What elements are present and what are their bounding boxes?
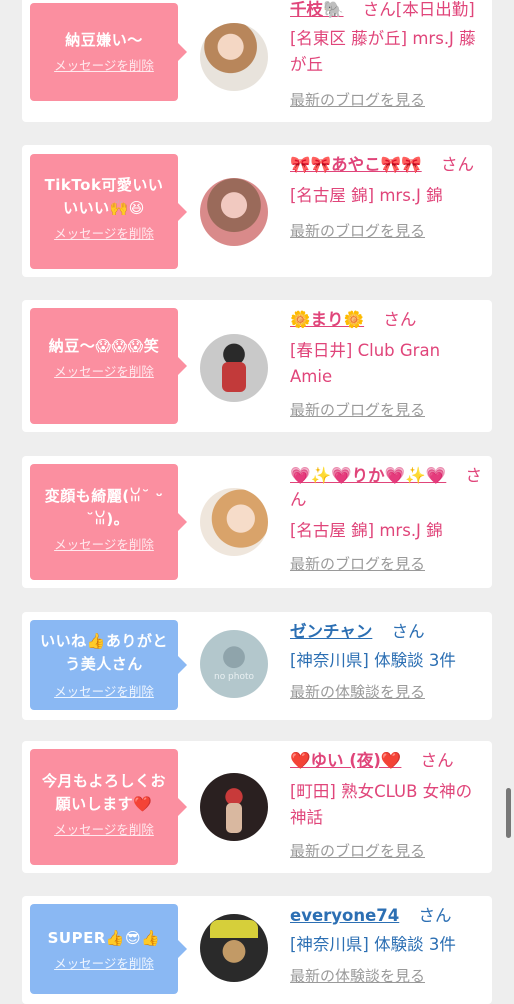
- delete-message-link[interactable]: メッセージを削除: [38, 364, 170, 380]
- location-text: [神奈川県] 体験談 3件: [290, 935, 456, 954]
- message-card: 納豆嫌い〜 メッセージを削除 千枝🐘 さん[本日出勤] [名東区 藤が丘] mr…: [22, 0, 492, 122]
- delete-message-link[interactable]: メッセージを削除: [38, 58, 170, 74]
- scrollbar[interactable]: [506, 788, 511, 838]
- delete-message-link[interactable]: メッセージを削除: [38, 226, 170, 242]
- profile-info: ゼンチャン さん [神奈川県] 体験談 3件 最新の体験談を見る: [290, 620, 486, 702]
- location-text: [神奈川県] 体験談 3件: [290, 651, 456, 670]
- avatar[interactable]: [200, 488, 268, 556]
- message-bubble: 変顔も綺麗(ꈍ˘ ᵕ ˘ꈍ)｡ メッセージを削除: [30, 464, 187, 580]
- message-text: 納豆嫌い〜: [65, 31, 143, 49]
- profile-name-link[interactable]: 💗✨💗りか💗✨💗: [290, 466, 446, 485]
- delete-message-link[interactable]: メッセージを削除: [38, 956, 170, 972]
- avatar[interactable]: [200, 23, 268, 91]
- message-text: いいね👍ありがとう美人さん: [40, 632, 168, 673]
- message-card: TikTok可愛いいいいい🙌😆 メッセージを削除 🎀🎀あやこ🎀🎀 さん [名古屋…: [22, 145, 492, 277]
- delete-message-link[interactable]: メッセージを削除: [38, 684, 170, 700]
- avatar[interactable]: [200, 334, 268, 402]
- avatar[interactable]: no photo: [200, 630, 268, 698]
- profile-name-link[interactable]: 🎀🎀あやこ🎀🎀: [290, 155, 422, 174]
- message-card: 納豆〜😱😱😱笑 メッセージを削除 🌼まり🌼 さん [春日井] Club Gran…: [22, 300, 492, 432]
- location-text: [名古屋 錦] mrs.J 錦: [290, 521, 443, 540]
- status-tag: [本日出勤]: [395, 0, 475, 19]
- profile-name-link[interactable]: ゼンチャン: [290, 622, 372, 641]
- message-text: 変顔も綺麗(ꈍ˘ ᵕ ˘ꈍ)｡: [44, 487, 164, 528]
- honorific: さん: [391, 622, 425, 641]
- message-bubble: いいね👍ありがとう美人さん メッセージを削除: [30, 620, 187, 710]
- message-card: 変顔も綺麗(ꈍ˘ ᵕ ˘ꈍ)｡ メッセージを削除 💗✨💗りか💗✨💗 さん [名古…: [22, 456, 492, 588]
- profile-name-link[interactable]: ❤️ゆい (夜)❤️: [290, 751, 401, 770]
- honorific: さん: [383, 310, 417, 329]
- message-text: SUPER👍😎👍: [47, 929, 161, 947]
- profile-info: ❤️ゆい (夜)❤️ さん [町田] 熟女CLUB 女神の神話 最新のブログを見…: [290, 749, 486, 861]
- latest-blog-link[interactable]: 最新のブログを見る: [290, 841, 486, 861]
- location-text: [町田] 熟女CLUB 女神の神話: [290, 782, 473, 827]
- message-bubble: 納豆嫌い〜 メッセージを削除: [30, 3, 187, 101]
- profile-name-link[interactable]: 🌼まり🌼: [290, 310, 364, 329]
- profile-info: 🌼まり🌼 さん [春日井] Club Gran Amie 最新のブログを見る: [290, 308, 486, 420]
- location-text: [春日井] Club Gran Amie: [290, 341, 441, 386]
- honorific: さん: [440, 155, 474, 174]
- message-bubble: SUPER👍😎👍 メッセージを削除: [30, 904, 187, 994]
- message-text: 今月もよろしくお願いします❤️: [41, 772, 166, 813]
- location-text: [名古屋 錦] mrs.J 錦: [290, 186, 443, 205]
- latest-blog-link[interactable]: 最新のブログを見る: [290, 554, 486, 574]
- latest-blog-link[interactable]: 最新のブログを見る: [290, 400, 486, 420]
- message-bubble: TikTok可愛いいいいい🙌😆 メッセージを削除: [30, 154, 187, 269]
- honorific: さん: [362, 0, 396, 19]
- delete-message-link[interactable]: メッセージを削除: [38, 537, 170, 553]
- message-text: 納豆〜😱😱😱笑: [48, 337, 160, 355]
- latest-experience-link[interactable]: 最新の体験談を見る: [290, 966, 486, 986]
- message-card: いいね👍ありがとう美人さん メッセージを削除 no photo ゼンチャン さん…: [22, 612, 492, 720]
- avatar[interactable]: [200, 773, 268, 841]
- latest-blog-link[interactable]: 最新のブログを見る: [290, 221, 486, 241]
- no-photo-label: no photo: [213, 672, 255, 682]
- message-bubble: 納豆〜😱😱😱笑 メッセージを削除: [30, 308, 187, 424]
- honorific: さん: [418, 906, 452, 925]
- message-bubble: 今月もよろしくお願いします❤️ メッセージを削除: [30, 749, 187, 865]
- profile-name-link[interactable]: 千枝🐘: [290, 0, 344, 19]
- honorific: さん: [420, 751, 454, 770]
- location-text: [名東区 藤が丘] mrs.J 藤が丘: [290, 29, 476, 74]
- message-card: 今月もよろしくお願いします❤️ メッセージを削除 ❤️ゆい (夜)❤️ さん […: [22, 741, 492, 873]
- latest-blog-link[interactable]: 最新のブログを見る: [290, 90, 486, 110]
- profile-name-link[interactable]: everyone74: [290, 906, 399, 925]
- avatar[interactable]: [200, 178, 268, 246]
- profile-info: everyone74 さん [神奈川県] 体験談 3件 最新の体験談を見る: [290, 904, 486, 986]
- message-text: TikTok可愛いいいいい🙌😆: [44, 176, 164, 217]
- delete-message-link[interactable]: メッセージを削除: [38, 822, 170, 838]
- profile-info: 💗✨💗りか💗✨💗 さん [名古屋 錦] mrs.J 錦 最新のブログを見る: [290, 464, 486, 574]
- latest-experience-link[interactable]: 最新の体験談を見る: [290, 682, 486, 702]
- profile-info: 千枝🐘 さん[本日出勤] [名東区 藤が丘] mrs.J 藤が丘 最新のブログを…: [290, 0, 486, 110]
- avatar[interactable]: [200, 914, 268, 982]
- profile-info: 🎀🎀あやこ🎀🎀 さん [名古屋 錦] mrs.J 錦 最新のブログを見る: [290, 153, 486, 241]
- message-card: SUPER👍😎👍 メッセージを削除 everyone74 さん [神奈川県] 体…: [22, 896, 492, 1004]
